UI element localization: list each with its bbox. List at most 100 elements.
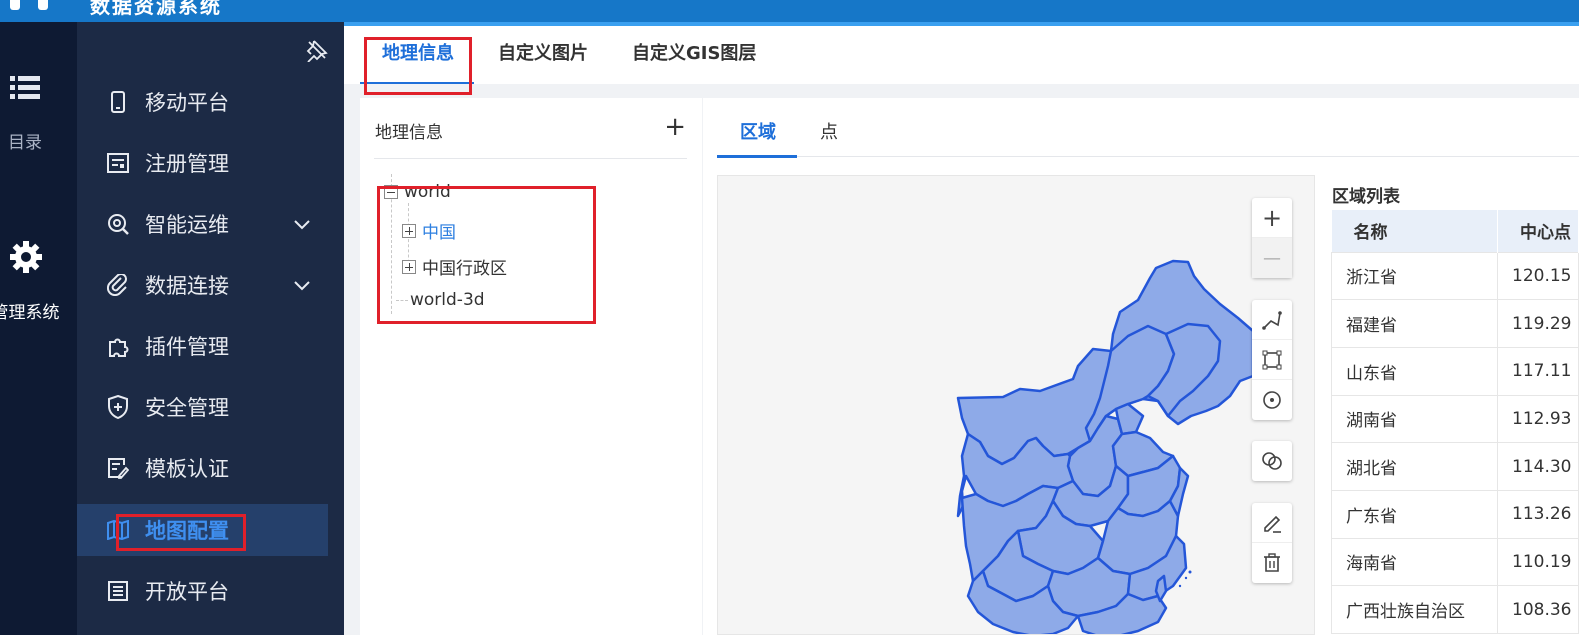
chevron-down-icon[interactable] — [292, 214, 312, 234]
cell-name: 湖北省 — [1331, 442, 1498, 491]
zoom-in-button[interactable]: + — [1252, 198, 1292, 238]
top-bar: 数据资源系统 — [0, 0, 1579, 22]
sidebar-item-label: 数据连接 — [145, 274, 229, 298]
cell-center: 117.11 — [1497, 346, 1579, 396]
gear-icon — [9, 241, 42, 273]
divider — [374, 158, 687, 159]
sidebar-item-map-config[interactable]: 地图配置 — [77, 504, 328, 556]
rail-item-catalog[interactable]: 目录 — [0, 74, 77, 153]
sidebar: 移动平台 注册管理 智能运维 数据连接 插件管理 安全管理 模板认证 地图配置 … — [77, 22, 344, 635]
main-content: 地理信息 自定义图片 自定义GIS图层 地理信息 + world 中国 中国行政… — [344, 22, 1579, 635]
list-icon — [10, 76, 40, 99]
circle-tool[interactable] — [1252, 380, 1292, 420]
edit-tools — [1252, 503, 1292, 583]
chevron-down-icon[interactable] — [292, 275, 312, 295]
minus-icon: — — [1263, 247, 1281, 269]
zoom-out-button[interactable]: — — [1252, 238, 1292, 278]
tree-node-label: 中国 — [422, 223, 456, 243]
sidebar-item-register[interactable]: 注册管理 — [77, 137, 344, 189]
table-row[interactable]: 浙江省 120.15 — [1331, 251, 1579, 301]
cell-center: 110.19 — [1497, 537, 1579, 587]
map-icon — [107, 519, 129, 541]
map-canvas[interactable]: + — — [717, 175, 1315, 635]
tree-node-label: 中国行政区 — [422, 259, 507, 279]
subtab-region[interactable]: 区域 — [740, 118, 776, 144]
sidebar-item-mobile[interactable]: 移动平台 — [77, 76, 344, 128]
merge-icon — [1262, 452, 1282, 470]
register-icon — [107, 152, 129, 174]
table-row[interactable]: 广西壮族自治区 108.36 — [1331, 585, 1579, 634]
tab-active-indicator — [360, 82, 474, 84]
merge-tool[interactable] — [1252, 441, 1292, 481]
table-row[interactable]: 福建省 119.29 — [1331, 299, 1579, 348]
sidebar-item-label: 地图配置 — [145, 519, 229, 543]
expand-icon[interactable] — [402, 259, 416, 274]
map-region[interactable] — [1114, 402, 1145, 436]
table-row[interactable]: 湖北省 114.30 — [1331, 442, 1579, 491]
cell-name: 湖南省 — [1331, 394, 1498, 444]
geo-info-panel: 地理信息 + world 中国 中国行政区 world-3d — [360, 98, 702, 635]
tab-custom-image[interactable]: 自定义图片 — [498, 26, 588, 84]
tree-node-china[interactable]: 中国 — [402, 218, 456, 243]
rectangle-icon — [1262, 350, 1282, 369]
sidebar-item-ops[interactable]: 智能运维 — [77, 198, 344, 250]
cell-center: 108.36 — [1497, 585, 1579, 634]
tree-guide-line — [396, 300, 408, 301]
sidebar-item-plugins[interactable]: 插件管理 — [77, 320, 344, 372]
cell-center: 113.26 — [1497, 489, 1579, 539]
sidebar-item-label: 模板认证 — [145, 457, 229, 481]
cell-name: 广西壮族自治区 — [1331, 585, 1498, 634]
mobile-icon — [107, 91, 129, 113]
rectangle-tool[interactable] — [1252, 340, 1292, 380]
table-row[interactable]: 湖南省 112.93 — [1331, 394, 1579, 444]
draw-tools — [1252, 300, 1292, 420]
subtab-point[interactable]: 点 — [820, 118, 838, 144]
puzzle-icon — [107, 335, 129, 357]
tree-node-world-3d[interactable]: world-3d — [410, 290, 485, 310]
sidebar-item-label: 注册管理 — [145, 152, 229, 176]
sidebar-item-security[interactable]: 安全管理 — [77, 381, 344, 433]
template-icon — [107, 457, 129, 479]
china-region-map — [956, 259, 1255, 634]
edit-tool[interactable] — [1252, 503, 1292, 543]
circle-icon — [1263, 391, 1281, 409]
column-header-name[interactable]: 名称 — [1331, 210, 1498, 252]
tree-node-world[interactable]: world — [384, 182, 451, 202]
panel-title: 地理信息 — [375, 123, 443, 143]
tab-geo-info[interactable]: 地理信息 — [382, 26, 454, 84]
add-button[interactable]: + — [664, 112, 686, 142]
tree-node-china-admin[interactable]: 中国行政区 — [402, 254, 507, 279]
cell-center: 120.15 — [1497, 251, 1579, 301]
table-row[interactable]: 山东省 117.11 — [1331, 346, 1579, 396]
link-icon — [107, 274, 129, 296]
region-list-title: 区域列表 — [1332, 187, 1400, 207]
subtab-active-indicator — [717, 155, 797, 158]
sidebar-item-label: 安全管理 — [145, 396, 229, 420]
delete-icon — [1264, 553, 1280, 572]
table-row[interactable]: 广东省 113.26 — [1331, 489, 1579, 539]
cell-name: 福建省 — [1331, 299, 1498, 348]
app-title: 数据资源系统 — [90, 0, 222, 18]
polyline-icon — [1262, 310, 1282, 330]
edit-icon — [1264, 515, 1281, 533]
cell-name: 山东省 — [1331, 346, 1498, 396]
table-row[interactable]: 海南省 110.19 — [1331, 537, 1579, 587]
cell-name: 海南省 — [1331, 537, 1498, 587]
collapse-icon[interactable] — [384, 185, 398, 199]
column-header-center[interactable]: 中心点 — [1497, 210, 1579, 252]
sidebar-item-template[interactable]: 模板认证 — [77, 442, 344, 494]
expand-icon[interactable] — [402, 223, 416, 238]
ops-icon — [107, 213, 129, 235]
region-panel: 区域 点 + — 区域列表 名称 中心点 浙江省 120.15 福建省 119.… — [703, 98, 1579, 635]
sidebar-item-data-link[interactable]: 数据连接 — [77, 259, 344, 311]
rail-item-management[interactable]: 管理系统 — [0, 240, 77, 323]
pin-icon[interactable] — [305, 38, 329, 62]
polyline-tool[interactable] — [1252, 300, 1292, 340]
sidebar-item-open-platform[interactable]: 开放平台 — [77, 565, 344, 617]
sidebar-item-label: 开放平台 — [145, 580, 229, 604]
cell-center: 114.30 — [1497, 442, 1579, 491]
delete-tool[interactable] — [1252, 543, 1292, 583]
open-icon — [107, 580, 129, 602]
tab-custom-gis-layer[interactable]: 自定义GIS图层 — [632, 26, 756, 84]
zoom-controls: + — — [1252, 198, 1292, 278]
